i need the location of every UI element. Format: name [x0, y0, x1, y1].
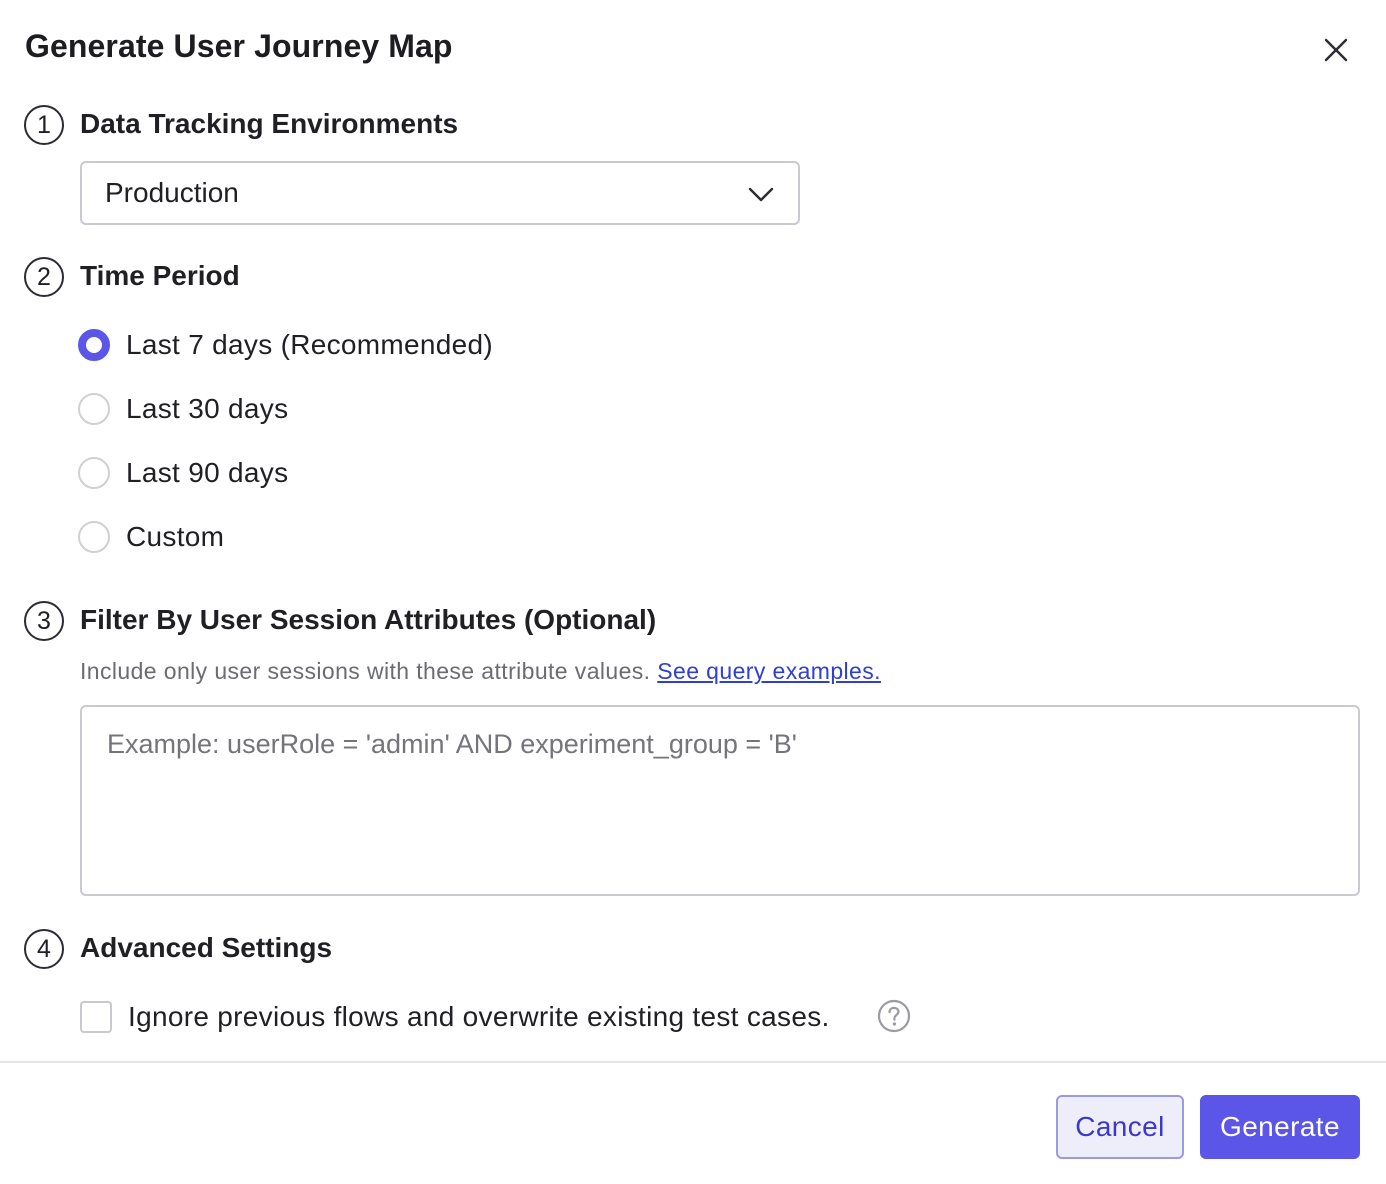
- cancel-button[interactable]: Cancel: [1056, 1095, 1184, 1159]
- radio-button[interactable]: [78, 457, 110, 489]
- footer-divider: [0, 1061, 1386, 1063]
- question-circle-icon[interactable]: [877, 999, 911, 1033]
- close-icon: [1324, 38, 1348, 62]
- radio-option-custom[interactable]: Custom: [78, 519, 224, 555]
- overwrite-checkbox-label: Ignore previous flows and overwrite exis…: [128, 1001, 830, 1032]
- radio-option-last-7-days[interactable]: Last 7 days (Recommended): [78, 327, 493, 363]
- radio-option-last-90-days[interactable]: Last 90 days: [78, 455, 288, 491]
- filter-query-input[interactable]: [80, 705, 1360, 896]
- radio-option-last-30-days[interactable]: Last 30 days: [78, 391, 288, 427]
- overwrite-option[interactable]: Ignore previous flows and overwrite exis…: [80, 1000, 830, 1034]
- environment-select-value: Production: [105, 177, 239, 208]
- filter-help-text-label: Include only user sessions with these at…: [80, 658, 651, 684]
- radio-button[interactable]: [78, 393, 110, 425]
- query-examples-link[interactable]: See query examples.: [657, 658, 881, 684]
- radio-label: Last 30 days: [126, 393, 289, 424]
- section-title-environments: Data Tracking Environments: [80, 108, 459, 139]
- section-title-advanced: Advanced Settings: [80, 932, 333, 963]
- radio-button-checked[interactable]: [78, 329, 110, 361]
- overwrite-checkbox[interactable]: [80, 1001, 112, 1033]
- chevron-down-icon: [748, 187, 774, 202]
- dialog-title: Generate User Journey Map: [25, 28, 453, 64]
- environment-select[interactable]: Production: [80, 161, 800, 225]
- filter-help-text: Include only user sessions with these at…: [80, 658, 881, 685]
- step-1-badge: 1: [24, 105, 64, 145]
- close-button[interactable]: [1318, 32, 1354, 68]
- section-title-filter: Filter By User Session Attributes (Optio…: [80, 604, 657, 635]
- radio-label: Custom: [126, 521, 225, 552]
- section-title-time-period: Time Period: [80, 260, 240, 291]
- radio-label: Last 7 days (Recommended): [126, 329, 494, 360]
- step-3-badge: 3: [24, 601, 64, 641]
- generate-journey-map-dialog: Generate User Journey Map 1 Data Trackin…: [0, 0, 1386, 1184]
- step-4-badge: 4: [24, 929, 64, 969]
- radio-label: Last 90 days: [126, 457, 289, 488]
- generate-button[interactable]: Generate: [1200, 1095, 1360, 1159]
- radio-button[interactable]: [78, 521, 110, 553]
- step-2-badge: 2: [24, 257, 64, 297]
